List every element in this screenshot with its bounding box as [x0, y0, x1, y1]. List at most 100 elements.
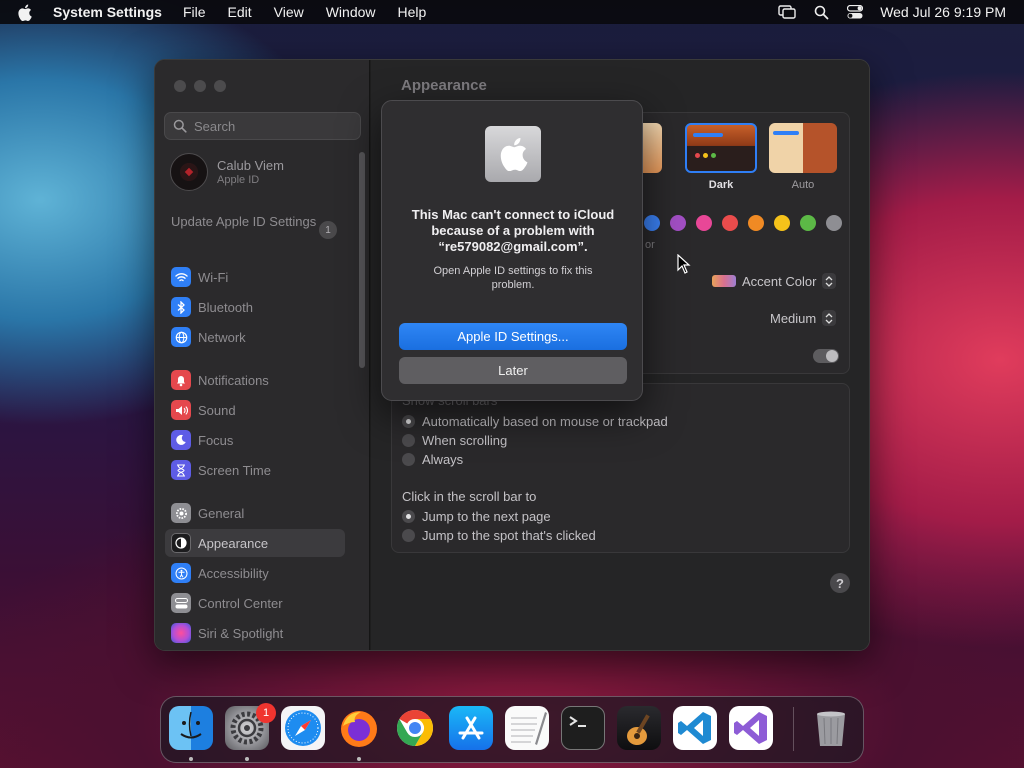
- accent-red[interactable]: [722, 215, 738, 231]
- highlight-swatch: [712, 275, 736, 287]
- sidebar-item-screen-time[interactable]: Screen Time: [165, 456, 345, 484]
- sidebar-item-notifications[interactable]: Notifications: [165, 366, 345, 394]
- radio-button: [402, 510, 415, 523]
- accent-pink[interactable]: [696, 215, 712, 231]
- sidebar-item-label: Bluetooth: [198, 299, 253, 315]
- appearance-icon: [171, 533, 191, 553]
- vscode-icon[interactable]: [673, 706, 717, 750]
- search-placeholder: Search: [194, 118, 236, 134]
- sidebar-item-label: Control Center: [198, 595, 283, 611]
- firefox-icon[interactable]: [337, 706, 381, 750]
- app-store-icon[interactable]: [449, 706, 493, 750]
- speaker-icon: [171, 400, 191, 420]
- sidebar-item-label: Notifications: [198, 372, 269, 388]
- menu-app-name[interactable]: System Settings: [53, 4, 162, 20]
- sidebar-item-control-center[interactable]: Control Center: [165, 589, 345, 617]
- control-center-icon[interactable]: [846, 4, 864, 20]
- control-center-toggles-icon: [171, 593, 191, 613]
- later-button[interactable]: Later: [399, 357, 627, 384]
- menu-edit[interactable]: Edit: [228, 4, 252, 20]
- finder-running-indicator: [189, 757, 193, 761]
- sidebar-item-appearance[interactable]: Appearance: [165, 529, 345, 557]
- dialog-title: This Mac can't connect to iCloud because…: [411, 207, 615, 254]
- close-window-button[interactable]: [174, 80, 186, 92]
- settings-running-indicator: [245, 757, 249, 761]
- sidebar-scrollbar[interactable]: [359, 152, 365, 368]
- chevron-updown-icon: [822, 310, 837, 326]
- safari-icon[interactable]: [281, 706, 325, 750]
- sidebar: Search Calub Viem Apple ID Update Apple …: [155, 60, 370, 650]
- apple-id-account[interactable]: Calub Viem Apple ID: [170, 153, 284, 191]
- mouse-cursor-icon: [677, 254, 691, 274]
- sidebar-item-accessibility[interactable]: Accessibility: [165, 559, 345, 587]
- sidebar-item-general[interactable]: General: [165, 499, 345, 527]
- theme-auto-label: Auto: [791, 179, 815, 191]
- accent-orange[interactable]: [748, 215, 764, 231]
- sidebar-item-wifi[interactable]: Wi-Fi: [165, 263, 345, 291]
- radio-scroll-automatic[interactable]: Automatically based on mouse or trackpad: [402, 414, 668, 429]
- trash-icon[interactable]: [809, 706, 853, 750]
- sidebar-item-label: Screen Time: [198, 462, 271, 478]
- menu-clock[interactable]: Wed Jul 26 9:19 PM: [880, 4, 1006, 20]
- theme-dark-thumbnail[interactable]: [685, 123, 757, 173]
- spotlight-search-icon[interactable]: [812, 4, 830, 20]
- radio-scroll-always[interactable]: Always: [402, 452, 463, 467]
- apple-id-settings-button[interactable]: Apple ID Settings...: [399, 323, 627, 350]
- minimize-window-button[interactable]: [194, 80, 206, 92]
- accent-purple[interactable]: [670, 215, 686, 231]
- sidebar-item-siri-spotlight[interactable]: Siri & Spotlight: [165, 619, 345, 647]
- window-controls: [174, 80, 226, 92]
- apple-menu-icon[interactable]: [17, 4, 37, 21]
- wallpaper-tinting-toggle[interactable]: [813, 349, 839, 363]
- accent-color-swatches: [644, 215, 842, 231]
- update-count-badge: 1: [319, 221, 337, 239]
- accent-green[interactable]: [800, 215, 816, 231]
- sidebar-icon-size-popup[interactable]: Medium: [770, 310, 837, 326]
- visual-studio-icon[interactable]: [729, 706, 773, 750]
- radio-label: Always: [422, 452, 464, 467]
- bell-icon: [171, 370, 191, 390]
- chrome-icon[interactable]: [393, 706, 437, 750]
- update-apple-id-settings-item[interactable]: Update Apple ID Settings: [171, 214, 331, 230]
- sidebar-search-input[interactable]: Search: [164, 112, 361, 140]
- menu-view[interactable]: View: [274, 4, 304, 20]
- sidebar-item-focus[interactable]: Focus: [165, 426, 345, 454]
- scroll-bar-options-panel: Show scroll bars Automatically based on …: [391, 383, 850, 553]
- screen-mirroring-icon[interactable]: [778, 4, 796, 20]
- avatar: [170, 153, 208, 191]
- account-subtitle: Apple ID: [217, 174, 260, 186]
- sidebar-icon-size-value: Medium: [770, 310, 817, 326]
- sidebar-item-sound[interactable]: Sound: [165, 396, 345, 424]
- finder-icon[interactable]: [169, 706, 213, 750]
- menu-file[interactable]: File: [183, 4, 206, 20]
- radio-label: Jump to the spot that's clicked: [422, 528, 596, 543]
- sidebar-item-label: General: [198, 505, 245, 521]
- hourglass-icon: [171, 460, 191, 480]
- sidebar-item-label: Appearance: [198, 535, 269, 551]
- theme-auto-thumbnail[interactable]: [769, 123, 837, 173]
- accent-blue[interactable]: [644, 215, 660, 231]
- radio-scroll-when-scrolling[interactable]: When scrolling: [402, 433, 507, 448]
- help-button[interactable]: ?: [830, 573, 850, 593]
- sidebar-item-network[interactable]: Network: [165, 323, 345, 351]
- gear-icon: [171, 503, 191, 523]
- wifi-icon: [171, 267, 191, 287]
- sidebar-item-bluetooth[interactable]: Bluetooth: [165, 293, 345, 321]
- apple-logo-icon: [485, 126, 541, 182]
- accent-graphite[interactable]: [826, 215, 842, 231]
- menu-window[interactable]: Window: [326, 4, 376, 20]
- garageband-icon[interactable]: [617, 706, 661, 750]
- sidebar-item-label: Sound: [198, 402, 236, 418]
- terminal-icon[interactable]: [561, 706, 605, 750]
- account-name: Calub Viem: [217, 158, 284, 173]
- globe-icon: [171, 327, 191, 347]
- search-icon: [173, 119, 187, 133]
- page-title: Appearance: [401, 77, 487, 94]
- menu-help[interactable]: Help: [398, 4, 427, 20]
- highlight-color-popup[interactable]: Accent Color: [712, 273, 837, 289]
- textedit-icon[interactable]: [505, 706, 549, 750]
- zoom-window-button[interactable]: [214, 80, 226, 92]
- radio-jump-to-spot[interactable]: Jump to the spot that's clicked: [402, 528, 596, 543]
- accent-yellow[interactable]: [774, 215, 790, 231]
- radio-jump-next-page[interactable]: Jump to the next page: [402, 509, 551, 524]
